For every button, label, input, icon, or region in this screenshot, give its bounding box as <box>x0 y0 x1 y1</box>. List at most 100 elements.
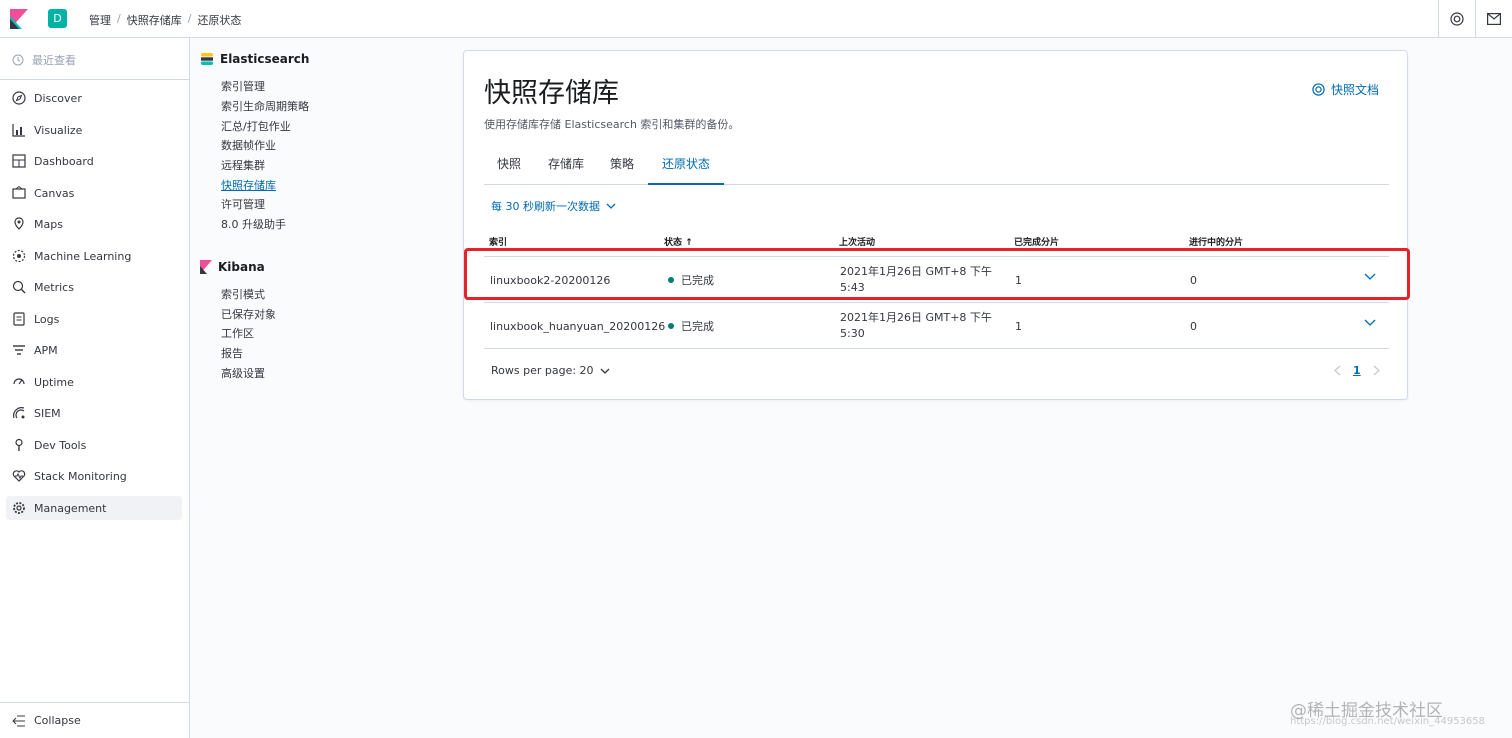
column-last-activity[interactable]: 上次活动 <box>839 235 875 248</box>
nav-item-apm[interactable]: APM <box>6 338 182 362</box>
nav-divider <box>0 79 190 80</box>
collapse-nav-button[interactable]: Collapse <box>0 702 190 738</box>
page-number[interactable]: 1 <box>1353 364 1361 377</box>
nav-item-discover[interactable]: Discover <box>6 86 182 110</box>
tab-bar: 快照 存储库 策略 还原状态 <box>484 147 1389 185</box>
logs-icon <box>13 312 25 326</box>
lifebuoy-icon <box>1449 12 1464 26</box>
link-reporting[interactable]: 报告 <box>221 345 243 361</box>
nav-item-label: Metrics <box>34 280 74 294</box>
nav-item-machine-learning[interactable]: Machine Learning <box>6 244 182 268</box>
cell-status: 已完成 <box>668 303 714 349</box>
column-completed-shards[interactable]: 已完成分片 <box>1014 235 1059 248</box>
nav-item-label: APM <box>34 343 58 357</box>
time-line-1: 2021年1月26日 GMT+8 下午 <box>840 265 992 278</box>
link-snapshot-repos[interactable]: 快照存储库 <box>221 177 276 193</box>
refresh-interval-button[interactable]: 每 30 秒刷新一次数据 <box>491 198 616 214</box>
nav-item-logs[interactable]: Logs <box>6 307 182 331</box>
column-status[interactable]: 状态 ↑ <box>664 235 693 248</box>
breadcrumb-snapshot-repos[interactable]: 快照存储库 <box>127 12 182 28</box>
expand-row-icon[interactable] <box>1364 273 1376 281</box>
nav-item-management[interactable]: Management <box>6 496 182 520</box>
section-kibana: Kibana <box>200 260 265 274</box>
mail-icon <box>1486 13 1501 25</box>
tab-repositories[interactable]: 存储库 <box>536 147 596 185</box>
nav-item-visualize[interactable]: Visualize <box>6 118 182 142</box>
link-transform-jobs[interactable]: 数据帧作业 <box>221 137 276 153</box>
status-dot <box>668 323 674 329</box>
status-text: 已完成 <box>681 320 714 333</box>
heartbeat-icon <box>12 470 26 482</box>
refresh-label: 每 30 秒刷新一次数据 <box>491 200 600 213</box>
link-upgrade-assistant[interactable]: 8.0 升级助手 <box>221 216 286 232</box>
nav-item-uptime[interactable]: Uptime <box>6 370 182 394</box>
apm-icon <box>13 345 25 355</box>
nav-item-label: Machine Learning <box>34 249 132 263</box>
rows-per-page-label: Rows per page: 20 <box>491 364 594 377</box>
gear-icon <box>13 502 25 514</box>
time-line-2: 5:43 <box>840 281 865 294</box>
tab-policies[interactable]: 策略 <box>598 147 646 185</box>
siem-icon <box>13 407 25 419</box>
lifebuoy-icon <box>1312 83 1325 96</box>
collapse-arrow-icon <box>12 715 25 726</box>
recently-viewed-label: 最近查看 <box>32 54 76 67</box>
nav-item-maps[interactable]: Maps <box>6 212 182 236</box>
docs-link-label: 快照文档 <box>1331 83 1380 97</box>
column-in-progress-shards[interactable]: 进行中的分片 <box>1189 235 1243 248</box>
chevron-left-icon[interactable] <box>1334 365 1341 376</box>
nav-item-label: Management <box>34 501 107 515</box>
elasticsearch-logo-icon <box>201 53 213 65</box>
table-row: linuxbook2-20200126 已完成 2021年1月26日 GMT+8… <box>484 257 1389 303</box>
map-pin-icon <box>14 217 24 230</box>
link-saved-objects[interactable]: 已保存对象 <box>221 306 276 322</box>
link-index-patterns[interactable]: 索引模式 <box>221 286 265 302</box>
cell-in-progress-shards: 0 <box>1190 273 1197 287</box>
recently-viewed[interactable]: 最近查看 <box>12 52 76 68</box>
cell-in-progress-shards: 0 <box>1190 319 1197 333</box>
nav-item-dashboard[interactable]: Dashboard <box>6 149 182 173</box>
link-advanced-settings[interactable]: 高级设置 <box>221 365 265 381</box>
status-dot <box>668 277 674 283</box>
tab-snapshots[interactable]: 快照 <box>484 147 534 185</box>
section-elasticsearch: Elasticsearch <box>200 52 309 66</box>
link-ilm-policies[interactable]: 索引生命周期策略 <box>221 98 309 114</box>
chevron-right-icon[interactable] <box>1373 365 1380 376</box>
compass-icon <box>12 91 26 105</box>
nav-item-siem[interactable]: SIEM <box>6 401 182 425</box>
link-index-management[interactable]: 索引管理 <box>221 78 265 94</box>
table-header: 索引 状态 ↑ 上次活动 已完成分片 进行中的分片 <box>484 235 1389 257</box>
breadcrumb-restore-status: 还原状态 <box>197 14 242 27</box>
nav-item-canvas[interactable]: Canvas <box>6 181 182 205</box>
cell-status: 已完成 <box>668 257 714 303</box>
space-avatar[interactable]: D <box>48 9 67 28</box>
news-feed-button[interactable] <box>1475 0 1511 38</box>
nav-item-metrics[interactable]: Metrics <box>6 275 182 299</box>
nav-item-stack-monitoring[interactable]: Stack Monitoring <box>6 464 182 488</box>
link-spaces[interactable]: 工作区 <box>221 325 254 341</box>
kibana-logo-icon[interactable] <box>10 9 28 29</box>
tab-restore-status[interactable]: 还原状态 <box>648 147 724 185</box>
expand-row-icon[interactable] <box>1364 319 1376 327</box>
nav-item-label: Uptime <box>34 375 74 389</box>
rows-per-page-button[interactable]: Rows per page: 20 <box>491 364 610 377</box>
collapse-label: Collapse <box>34 714 81 727</box>
link-rollup-jobs[interactable]: 汇总/打包作业 <box>221 118 291 134</box>
nav-item-label: SIEM <box>34 406 61 420</box>
clock-icon <box>12 54 24 66</box>
side-nav: 最近查看 Discover Visualize Dashboard Canvas… <box>0 38 190 738</box>
nav-item-label: Maps <box>34 217 63 231</box>
nav-item-label: Stack Monitoring <box>34 469 127 483</box>
breadcrumb-separator: / <box>117 12 121 25</box>
snapshot-docs-link[interactable]: 快照文档 <box>1312 81 1379 98</box>
breadcrumb-management[interactable]: 管理 <box>89 12 111 28</box>
chevron-down-icon <box>600 368 610 374</box>
column-index[interactable]: 索引 <box>489 235 507 248</box>
nav-item-dev-tools[interactable]: Dev Tools <box>6 433 182 457</box>
page-title: 快照存储库 <box>484 78 619 109</box>
help-button[interactable] <box>1438 0 1474 38</box>
link-license-management[interactable]: 许可管理 <box>221 196 265 212</box>
breadcrumb: 管理 / 快照存储库 / 还原状态 <box>89 12 241 28</box>
section-title: Elasticsearch <box>220 52 310 66</box>
link-remote-clusters[interactable]: 远程集群 <box>221 157 265 173</box>
